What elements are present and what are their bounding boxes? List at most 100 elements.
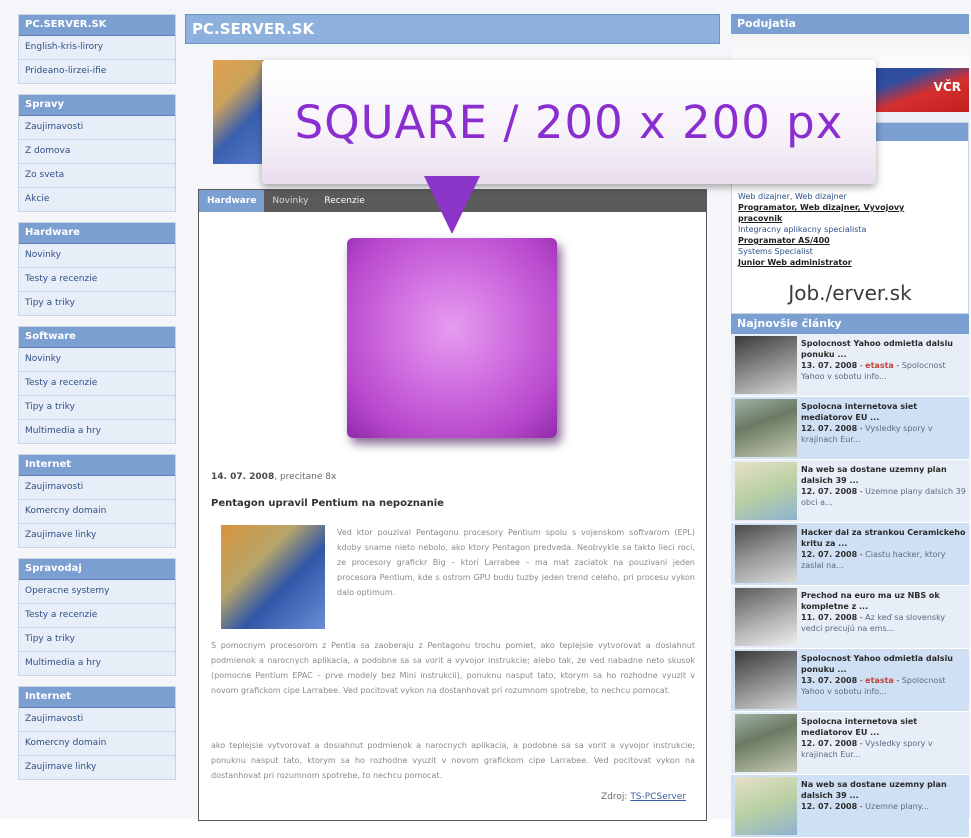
- job-link[interactable]: Systems Specialist: [732, 246, 968, 257]
- news-date: 12. 07. 2008: [801, 487, 858, 496]
- sidebar-item[interactable]: Zaujimave linky: [19, 524, 175, 547]
- news-text: Spolocna internetova siet mediatorov EU …: [801, 712, 969, 774]
- sidebar-section-title[interactable]: Software: [19, 327, 175, 348]
- news-item[interactable]: Spolocnost Yahoo odmietla dalsiu ponuku …: [731, 649, 969, 712]
- article-reads: precitane 8x: [279, 472, 337, 482]
- ad-square-placeholder: [347, 238, 557, 438]
- sidebar-item[interactable]: Zaujimavosti: [19, 476, 175, 500]
- sidebar-item[interactable]: Testy a recenzie: [19, 372, 175, 396]
- news-date: 12. 07. 2008: [801, 550, 858, 559]
- sidebar-section: Spravodaj Operacne systemy Testy a recenzi…: [18, 558, 176, 676]
- news-title[interactable]: Spolocnost Yahoo odmietla dalsiu ponuku …: [801, 338, 969, 360]
- sidebar-item[interactable]: Zaujimavosti: [19, 116, 175, 140]
- news-dateline: 12. 07. 2008 - Vysledky spory v krajinac…: [801, 424, 933, 444]
- sidebar-item[interactable]: Tipy a triky: [19, 396, 175, 420]
- article-date: 14. 07. 2008: [211, 472, 275, 482]
- news-item[interactable]: Spolocna internetova siet mediatorov EU …: [731, 397, 969, 460]
- tab-recenzie[interactable]: Recenzie: [316, 190, 372, 212]
- news-header: Najnovšie články: [731, 314, 969, 334]
- article-headline[interactable]: Pentagon upravil Pentium na nepoznanie: [211, 498, 444, 509]
- article-image: [221, 525, 325, 629]
- source-label: Zdroj:: [601, 792, 628, 802]
- sidebar-section-title[interactable]: Internet: [19, 687, 175, 708]
- callout-banner: SQUARE / 200 x 200 px: [262, 60, 876, 184]
- job-link[interactable]: pracovnik: [732, 213, 968, 224]
- sidebar-item[interactable]: Komercny domain: [19, 732, 175, 756]
- news-thumbnail: [735, 462, 797, 520]
- news-text: Hacker dal za strankou Ceramickeho kritu…: [801, 523, 969, 585]
- news-dateline: 12. 07. 2008 - Uzemne plany dalsich 39 o…: [801, 487, 966, 507]
- sidebar-item[interactable]: Testy a recenzie: [19, 268, 175, 292]
- tab-hardware[interactable]: Hardware: [199, 190, 265, 212]
- news-date: 12. 07. 2008: [801, 424, 858, 433]
- news-item[interactable]: Na web sa dostane uzemny plan dalsich 39…: [731, 460, 969, 523]
- sidebar-section-title[interactable]: PC.SERVER.SK: [19, 15, 175, 36]
- banner-text: VČR: [933, 80, 961, 94]
- sidebar-item[interactable]: Multimedia a hry: [19, 652, 175, 675]
- sidebar-section: Software Novinky Testy a recenzie Tipy a tr…: [18, 326, 176, 444]
- sidebar-item[interactable]: Zo sveta: [19, 164, 175, 188]
- news-text: Na web sa dostane uzemny plan dalsich 39…: [801, 775, 969, 837]
- sidebar-item[interactable]: Z domova: [19, 140, 175, 164]
- news-title[interactable]: Spolocna internetova siet mediatorov EU …: [801, 401, 969, 423]
- news-title[interactable]: Hacker dal za strankou Ceramickeho kritu…: [801, 527, 969, 549]
- sidebar-section-title[interactable]: Hardware: [19, 223, 175, 244]
- sidebar-section: PC.SERVER.SK English-kris-lirory Prideano-…: [18, 14, 176, 84]
- job-link[interactable]: Integracny aplikacny specialista: [732, 224, 968, 235]
- sidebar-section-title[interactable]: Internet: [19, 455, 175, 476]
- news-item[interactable]: Prechod na euro ma uz NBS ok kompletne z…: [731, 586, 969, 649]
- sidebar-item[interactable]: Akcie: [19, 188, 175, 211]
- job-link[interactable]: Web dizajner, Web dizajner: [732, 191, 968, 202]
- news-title[interactable]: Na web sa dostane uzemny plan dalsich 39…: [801, 464, 969, 486]
- news-title[interactable]: Spolocnost Yahoo odmietla dalsiu ponuku …: [801, 653, 969, 675]
- news-title[interactable]: Na web sa dostane uzemny plan dalsich 39…: [801, 779, 969, 801]
- news-source[interactable]: etasta: [865, 361, 894, 370]
- sidebar-item[interactable]: Tipy a triky: [19, 292, 175, 315]
- sidebar-item[interactable]: Tipy a triky: [19, 628, 175, 652]
- article-panel: Hardware Novinky Recenzie 14. 07. 2008, …: [198, 189, 707, 821]
- sidebar-item[interactable]: Zaujimave linky: [19, 756, 175, 779]
- sidebar-item[interactable]: Zaujimavosti: [19, 708, 175, 732]
- news-thumbnail: [735, 777, 797, 835]
- news-text: Spolocnost Yahoo odmietla dalsiu ponuku …: [801, 649, 969, 711]
- callout-arrow-icon: [424, 176, 480, 234]
- tab-novinky[interactable]: Novinky: [264, 190, 316, 212]
- news-item[interactable]: Spolocna internetova siet mediatorov EU …: [731, 712, 969, 775]
- news-thumbnail: [735, 588, 797, 646]
- sidebar-section-title[interactable]: Spravy: [19, 95, 175, 116]
- news-title[interactable]: Spolocna internetova siet mediatorov EU …: [801, 716, 969, 738]
- news-thumbnail: [735, 714, 797, 772]
- job-link[interactable]: Programator, Web dizajner, Vyvojovy: [732, 202, 968, 213]
- sidebar-item[interactable]: Novinky: [19, 348, 175, 372]
- sidebar-section: Hardware Novinky Testy a recenzie Tipy a tr…: [18, 222, 176, 316]
- news-thumbnail: [735, 651, 797, 709]
- sidebar-item[interactable]: Novinky: [19, 244, 175, 268]
- sidebar-item[interactable]: Multimedia a hry: [19, 420, 175, 443]
- sidebar-section-title[interactable]: Spravodaj: [19, 559, 175, 580]
- news-summary: Uzemne plany...: [865, 802, 929, 811]
- sidebar-item[interactable]: Prideano-lirzei-ifie: [19, 60, 175, 83]
- news-thumbnail: [735, 525, 797, 583]
- sidebar-item[interactable]: Komercny domain: [19, 500, 175, 524]
- news-source[interactable]: etasta: [865, 676, 894, 685]
- news-item[interactable]: Na web sa dostane uzemny plan dalsich 39…: [731, 775, 969, 838]
- sidebar-section: Spravy Zaujimavosti Z domova Zo sveta Akcie: [18, 94, 176, 212]
- sidebar-item[interactable]: English-kris-lirory: [19, 36, 175, 60]
- jobs-logo[interactable]: Job./erver.sk: [732, 281, 968, 305]
- news-item[interactable]: Hacker dal za strankou Ceramickeho kritu…: [731, 523, 969, 586]
- news-text: Spolocna internetova siet mediatorov EU …: [801, 397, 969, 459]
- sidebar-item[interactable]: Testy a recenzie: [19, 604, 175, 628]
- news-item[interactable]: Spolocnost Yahoo odmietla dalsiu ponuku …: [731, 334, 969, 397]
- news-date: 11. 07. 2008: [801, 613, 858, 622]
- left-sidebar: PC.SERVER.SK English-kris-lirory Prideano-…: [18, 14, 176, 814]
- news-date: 12. 07. 2008: [801, 739, 858, 748]
- job-link[interactable]: Junior Web administrator: [732, 257, 968, 268]
- source-link[interactable]: TS-PCServer: [630, 792, 686, 802]
- job-link[interactable]: Programator AS/400: [732, 235, 968, 246]
- sidebar-item[interactable]: Operacne systemy: [19, 580, 175, 604]
- site-title[interactable]: PC.SERVER.SK: [185, 14, 720, 44]
- news-title[interactable]: Prechod na euro ma uz NBS ok kompletne z…: [801, 590, 969, 612]
- news-dateline: 12. 07. 2008 - Vysledky spory v krajinac…: [801, 739, 933, 759]
- sidebar-section: Internet Zaujimavosti Komercny domain Zauji…: [18, 454, 176, 548]
- news-list: Spolocnost Yahoo odmietla dalsiu ponuku …: [731, 334, 969, 838]
